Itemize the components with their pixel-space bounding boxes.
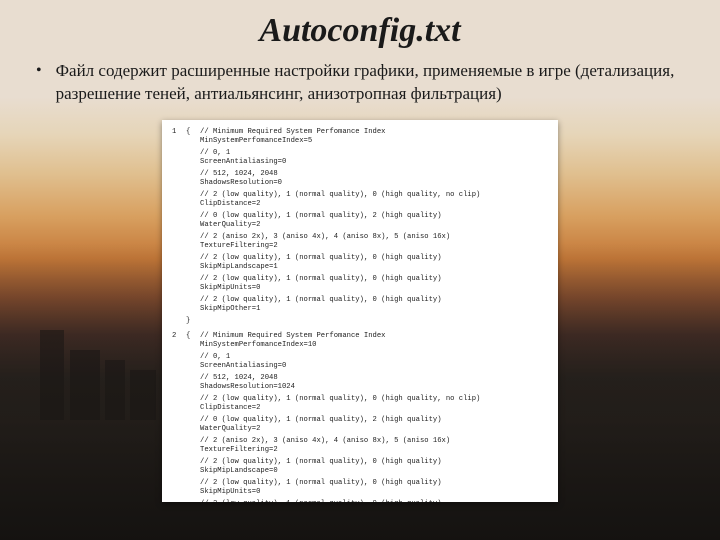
config-setting: SkipMipLandscape=0: [200, 467, 548, 476]
brace-close: }: [172, 317, 548, 326]
config-comment: // Minimum Required System Perfomance In…: [200, 332, 548, 341]
config-comment: // 512, 1024, 2048: [200, 374, 548, 383]
config-comment: // 2 (aniso 2x), 3 (aniso 4x), 4 (aniso …: [200, 233, 548, 242]
config-comment: // 2 (low quality), 1 (normal quality), …: [200, 479, 548, 488]
page-title: Autoconfig.txt: [32, 12, 688, 50]
config-setting: SkipMipUnits=0: [200, 488, 548, 497]
config-comment: // 2 (low quality), 1 (normal quality), …: [200, 500, 548, 502]
config-comment: // 0 (low quality), 1 (normal quality), …: [200, 212, 548, 221]
config-setting: SkipMipUnits=0: [200, 284, 548, 293]
config-block: 2{// Minimum Required System Perfomance …: [172, 332, 548, 502]
config-setting: ClipDistance=2: [200, 404, 548, 413]
block-number: 2: [172, 332, 186, 502]
config-comment: // 2 (low quality), 1 (normal quality), …: [200, 191, 548, 200]
config-setting: WaterQuality=2: [200, 425, 548, 434]
config-comment: // 2 (low quality), 1 (normal quality), …: [200, 395, 548, 404]
block-content: // Minimum Required System Perfomance In…: [200, 128, 548, 317]
document-container: 1{// Minimum Required System Perfomance …: [32, 120, 688, 502]
bullet-item: • Файл содержит расширенные настройки гр…: [32, 60, 688, 106]
config-setting: ShadowsResolution=1024: [200, 383, 548, 392]
config-document: 1{// Minimum Required System Perfomance …: [162, 120, 558, 502]
config-setting: TextureFiltering=2: [200, 242, 548, 251]
config-comment: // 2 (low quality), 1 (normal quality), …: [200, 458, 548, 467]
config-block: 1{// Minimum Required System Perfomance …: [172, 128, 548, 317]
config-comment: // 0, 1: [200, 149, 548, 158]
config-setting: SkipMipOther=1: [200, 305, 548, 314]
config-setting: ShadowsResolution=0: [200, 179, 548, 188]
block-content: // Minimum Required System Perfomance In…: [200, 332, 548, 502]
config-setting: TextureFiltering=2: [200, 446, 548, 455]
config-comment: // Minimum Required System Perfomance In…: [200, 128, 548, 137]
config-setting: ClipDistance=2: [200, 200, 548, 209]
config-setting: MinSystemPerfomanceIndex=10: [200, 341, 548, 350]
config-comment: // 2 (low quality), 1 (normal quality), …: [200, 275, 548, 284]
config-comment: // 2 (low quality), 1 (normal quality), …: [200, 296, 548, 305]
block-number: 1: [172, 128, 186, 317]
config-setting: SkipMipLandscape=1: [200, 263, 548, 272]
config-comment: // 2 (low quality), 1 (normal quality), …: [200, 254, 548, 263]
config-comment: // 0, 1: [200, 353, 548, 362]
slide: Autoconfig.txt • Файл содержит расширенн…: [0, 0, 720, 540]
config-setting: WaterQuality=2: [200, 221, 548, 230]
config-setting: MinSystemPerfomanceIndex=5: [200, 137, 548, 146]
brace-open: {: [186, 128, 200, 317]
config-setting: ScreenAntialiasing=0: [200, 362, 548, 371]
brace-open: {: [186, 332, 200, 502]
config-comment: // 0 (low quality), 1 (normal quality), …: [200, 416, 548, 425]
config-setting: ScreenAntialiasing=0: [200, 158, 548, 167]
bullet-text: Файл содержит расширенные настройки граф…: [56, 60, 684, 106]
config-comment: // 2 (aniso 2x), 3 (aniso 4x), 4 (aniso …: [200, 437, 548, 446]
bullet-dot-icon: •: [36, 60, 42, 82]
config-comment: // 512, 1024, 2048: [200, 170, 548, 179]
